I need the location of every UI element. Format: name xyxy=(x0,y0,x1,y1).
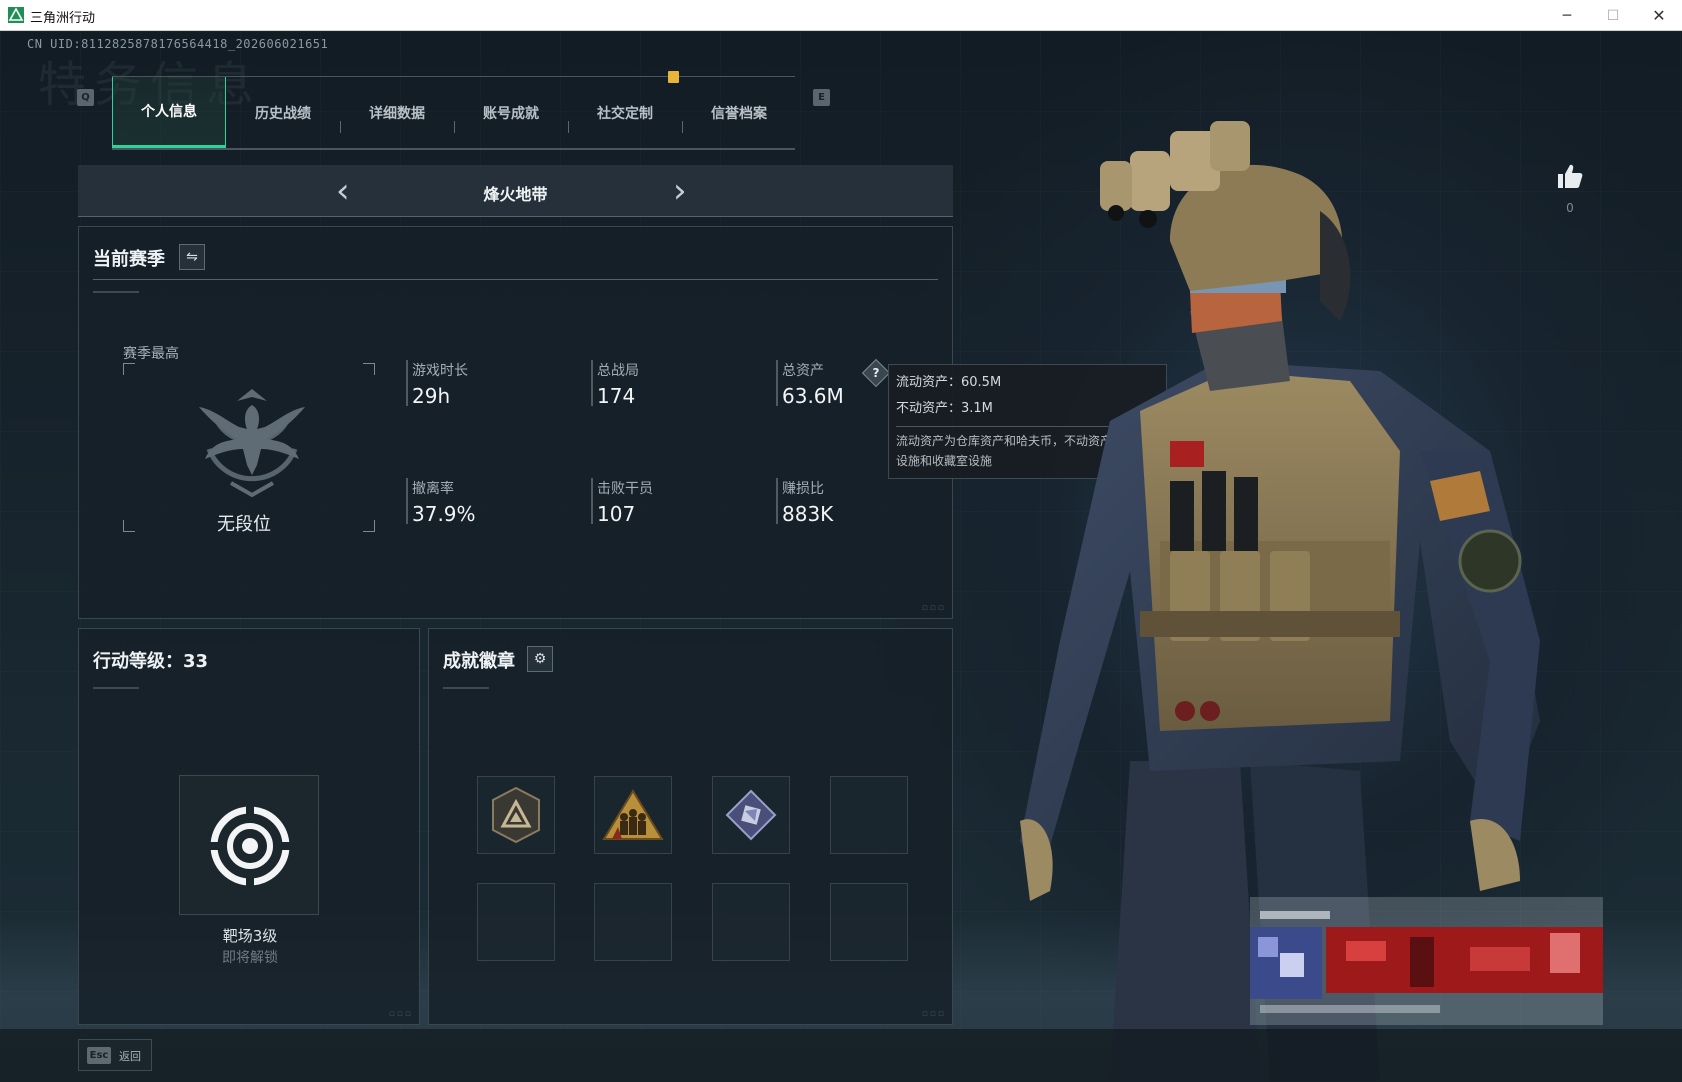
badge-slot-8[interactable] xyxy=(830,883,908,961)
badge-slot-1[interactable] xyxy=(477,776,555,854)
target-range-icon xyxy=(206,802,294,890)
stat-value: 63.6M xyxy=(782,384,844,408)
tooltip-liquid-assets: 流动资产：60.5M xyxy=(896,375,1002,390)
decorative-line xyxy=(93,687,139,689)
thumbs-up-icon[interactable] xyxy=(1555,161,1585,191)
frame-corner xyxy=(363,520,375,532)
badge-slot-3[interactable] xyxy=(712,776,790,854)
tab-credit-record[interactable]: 信誉档案 xyxy=(682,77,796,148)
next-mode-button[interactable]: › xyxy=(673,171,687,211)
tab-personal-info[interactable]: 个人信息 xyxy=(112,77,226,148)
tabs-bottom-line xyxy=(112,148,795,150)
pixelated-player-card xyxy=(1250,897,1603,1025)
back-button[interactable]: Esc 返回 xyxy=(78,1039,152,1071)
stat-value: 174 xyxy=(597,384,636,408)
app-logo-icon xyxy=(8,7,24,23)
stat-value: 37.9% xyxy=(412,502,476,526)
badges-header: 成就徽章 xyxy=(443,651,515,672)
mode-selector: ‹ 烽火地带 › xyxy=(78,165,953,217)
profile-tabs: 个人信息 历史战绩 详细数据 账号成就 社交定制 信誉档案 xyxy=(112,71,796,150)
stat-value: 883K xyxy=(782,502,834,526)
minimize-button[interactable]: ─ xyxy=(1544,0,1590,31)
achievement-badges-panel: 成就徽章 ⚙ ▫▫▫ xyxy=(428,628,953,1025)
badge-slot-6[interactable] xyxy=(594,883,672,961)
like-count: 0 xyxy=(1566,201,1574,215)
stat-label: 游戏时长 xyxy=(412,363,468,379)
tab-detailed-data[interactable]: 详细数据 xyxy=(340,77,454,148)
decorative-line xyxy=(443,687,489,689)
badge-slot-5[interactable] xyxy=(477,883,555,961)
stat-value: 29h xyxy=(412,384,451,408)
rank-name: 无段位 xyxy=(217,514,271,535)
prev-tab-key-hint[interactable]: Q xyxy=(77,89,94,106)
frame-corner xyxy=(363,363,375,375)
stat-value: 107 xyxy=(597,502,636,526)
badge-slot-7[interactable] xyxy=(712,883,790,961)
stat-label: 总战局 xyxy=(597,363,639,379)
badges-settings-gear-icon[interactable]: ⚙ xyxy=(527,646,553,672)
action-level-panel: 行动等级：33 靶场3级 即将解锁 ▫▫▫ xyxy=(78,628,420,1025)
panel-corner-deco: ▫▫▫ xyxy=(388,1009,413,1019)
help-glyph: ? xyxy=(872,366,880,380)
back-label: 返回 xyxy=(119,1050,141,1063)
tab-account-achievements[interactable]: 账号成就 xyxy=(454,77,568,148)
level-reward-name: 靶场3级 xyxy=(222,927,278,945)
decorative-line xyxy=(93,291,139,293)
window-titlebar: 三角洲行动 ─ ☐ ✕ xyxy=(0,0,1682,31)
window-title: 三角洲行动 xyxy=(30,10,96,25)
tab-social-custom[interactable]: 社交定制 xyxy=(568,77,682,148)
tooltip-fixed-assets: 不动资产：3.1M xyxy=(896,401,993,416)
frame-corner xyxy=(123,363,135,375)
esc-key-hint: Esc xyxy=(87,1047,111,1064)
rank-label: 赛季最高 xyxy=(123,346,179,362)
stat-bar xyxy=(406,478,408,524)
panel-corner-deco: ▫▫▫ xyxy=(921,1009,946,1019)
next-tab-key-hint[interactable]: E xyxy=(813,89,830,106)
maximize-button[interactable]: ☐ xyxy=(1590,0,1636,31)
current-season-panel: 当前赛季 ⇋ 赛季最高 无段位 游戏时长 29h 总战局 174 总资产 63.… xyxy=(78,226,953,619)
stat-label: 击败干员 xyxy=(597,481,653,497)
tab-history[interactable]: 历史战绩 xyxy=(226,77,340,148)
player-uid: CN UID:811282587817656441​8_202606021651 xyxy=(27,37,329,51)
season-header: 当前赛季 xyxy=(93,249,165,270)
stat-label: 总资产 xyxy=(782,363,824,379)
stat-bar xyxy=(591,360,593,406)
level-reward-box[interactable] xyxy=(179,775,319,915)
season-header-rule xyxy=(93,279,938,280)
rank-emblem-eagle-icon xyxy=(199,389,305,498)
badge-slot-2[interactable] xyxy=(594,776,672,854)
frame-corner xyxy=(123,520,135,532)
stat-bar xyxy=(406,360,408,406)
badge-slot-4[interactable] xyxy=(830,776,908,854)
triangle-badge-icon xyxy=(492,786,540,844)
stat-bar xyxy=(776,478,778,524)
game-scene: 特务信息 CN UID:811282587817656441​8_2026060… xyxy=(0,31,1682,1082)
crystal-badge-icon xyxy=(725,789,777,841)
soldiers-badge-icon xyxy=(602,789,664,840)
panel-corner-deco: ▫▫▫ xyxy=(921,603,946,613)
stat-label: 赚损比 xyxy=(782,481,824,497)
action-level-header: 行动等级：33 xyxy=(93,651,209,672)
mode-title: 烽火地带 xyxy=(483,185,548,204)
close-button[interactable]: ✕ xyxy=(1636,0,1682,31)
bottom-bar: Esc 返回 xyxy=(0,1029,1682,1082)
stat-bar xyxy=(776,360,778,406)
stat-label: 撤离率 xyxy=(412,481,454,497)
level-reward-status: 即将解锁 xyxy=(222,950,278,966)
stat-bar xyxy=(591,478,593,524)
season-swap-icon[interactable]: ⇋ xyxy=(179,244,205,270)
